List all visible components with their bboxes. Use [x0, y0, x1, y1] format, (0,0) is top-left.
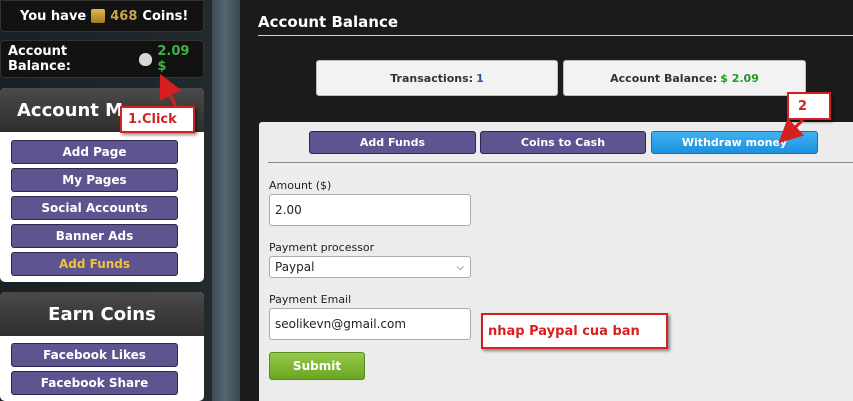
payment-processor-value: Paypal	[275, 260, 315, 274]
sidebar-item-add-page[interactable]: Add Page	[11, 140, 178, 164]
account-balance-summary[interactable]: Account Balance: 2.09 $	[0, 40, 204, 78]
balance-value[interactable]: 2.09 $	[157, 44, 203, 74]
coins-prefix: You have	[20, 8, 87, 24]
tabs-divider	[268, 162, 853, 163]
transactions-count-link[interactable]: 1	[476, 72, 484, 85]
sidebar-item-facebook-likes[interactable]: Facebook Likes	[11, 343, 178, 367]
tab-add-funds[interactable]: Add Funds	[309, 131, 476, 154]
transactions-label: Transactions:	[390, 71, 474, 85]
submit-button[interactable]: Submit	[269, 352, 365, 380]
balance-stat-label: Account Balance:	[610, 71, 718, 85]
tab-withdraw-money[interactable]: Withdraw money	[651, 131, 818, 154]
coins-value: 468	[110, 8, 138, 24]
chevron-down-icon: ⌵	[456, 261, 464, 273]
coins-suffix: Coins!	[142, 8, 189, 24]
sidebar-divider	[212, 0, 240, 401]
sidebar-item-banner-ads[interactable]: Banner Ads	[11, 224, 178, 248]
balance-stat: Account Balance: $ 2.09	[563, 60, 806, 96]
balance-stat-value: $ 2.09	[720, 71, 759, 85]
payment-processor-select[interactable]: Paypal ⌵	[269, 256, 471, 278]
annotation-step-2: 2	[787, 92, 831, 120]
page-title: Account Balance	[258, 13, 399, 31]
panel-title: Earn Coins	[0, 292, 204, 336]
payment-processor-label: Payment processor	[269, 241, 375, 254]
sidebar-item-my-pages[interactable]: My Pages	[11, 168, 178, 192]
transactions-stat: Transactions: 1	[316, 60, 558, 96]
amount-input[interactable]: 2.00	[269, 194, 471, 226]
annotation-note: nhap Paypal cua ban	[481, 313, 668, 349]
payment-email-input[interactable]: seolikevn@gmail.com	[269, 308, 471, 340]
sidebar-item-add-funds[interactable]: Add Funds	[11, 252, 178, 276]
coin-stack-icon	[91, 9, 106, 23]
earn-coins-panel: Earn Coins Facebook Likes Facebook Share	[0, 292, 204, 401]
withdraw-form-panel: Add Funds Coins to Cash Withdraw money A…	[259, 122, 853, 401]
sidebar-item-social-accounts[interactable]: Social Accounts	[11, 196, 178, 220]
money-bag-icon	[139, 52, 153, 66]
title-divider	[258, 35, 853, 36]
amount-label: Amount ($)	[269, 179, 332, 192]
annotation-step-1: 1.Click	[120, 106, 195, 133]
sidebar-item-facebook-share[interactable]: Facebook Share	[11, 371, 178, 395]
balance-label: Account Balance:	[8, 44, 71, 74]
payment-email-label: Payment Email	[269, 293, 352, 306]
coins-summary: You have 468 Coins!	[0, 0, 204, 32]
tab-coins-to-cash[interactable]: Coins to Cash	[480, 131, 646, 154]
